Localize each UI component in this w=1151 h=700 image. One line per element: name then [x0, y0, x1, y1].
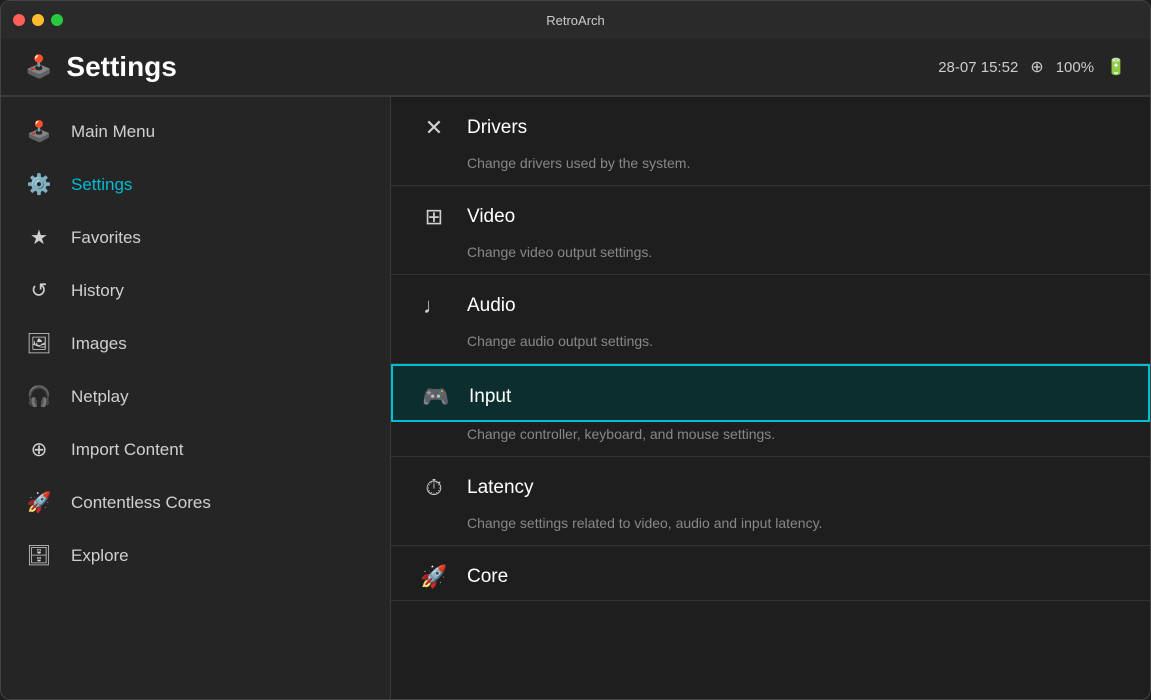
- titlebar: RetroArch: [1, 1, 1150, 39]
- sidebar-item-contentless-cores[interactable]: 🚀 Contentless Cores: [1, 476, 390, 529]
- video-settings-icon: ⊞: [419, 204, 449, 230]
- settings-desc-audio: Change audio output settings.: [391, 329, 1150, 363]
- sidebar-item-explore[interactable]: 🗄 Explore: [1, 529, 390, 582]
- audio-settings-icon: ♩: [419, 293, 449, 319]
- settings-item-drivers[interactable]: ✕ Drivers Change drivers used by the syste…: [391, 97, 1150, 186]
- sidebar-label-favorites: Favorites: [71, 228, 141, 248]
- traffic-lights: [13, 14, 63, 26]
- settings-header-drivers[interactable]: ✕ Drivers: [391, 97, 1150, 151]
- import-content-icon: ⊕: [25, 437, 53, 462]
- right-panel: ✕ Drivers Change drivers used by the syste…: [391, 97, 1150, 700]
- settings-icon: ⚙️: [25, 172, 53, 197]
- sidebar-label-contentless-cores: Contentless Cores: [71, 493, 211, 513]
- sidebar-item-netplay[interactable]: 🎧 Netplay: [1, 370, 390, 423]
- header-section: 🕹️ Settings 28-07 15:52 ⊕ 100% 🔋: [1, 39, 1150, 97]
- settings-item-video[interactable]: ⊞ Video Change video output settings.: [391, 186, 1150, 275]
- battery-icon: 🔋: [1106, 57, 1126, 77]
- clock-icon: ⊕: [1030, 57, 1043, 77]
- contentless-cores-icon: 🚀: [25, 490, 53, 515]
- header-bar: 🕹️ Settings 28-07 15:52 ⊕ 100% 🔋: [1, 39, 1150, 96]
- close-button[interactable]: [13, 14, 25, 26]
- page-title: Settings: [66, 51, 176, 83]
- settings-header-video[interactable]: ⊞ Video: [391, 186, 1150, 240]
- settings-label-audio: Audio: [467, 295, 516, 317]
- settings-label-video: Video: [467, 206, 515, 228]
- input-settings-icon: 🎮: [421, 384, 451, 410]
- sidebar-label-import-content: Import Content: [71, 440, 183, 460]
- sidebar-label-images: Images: [71, 334, 127, 354]
- settings-item-audio[interactable]: ♩ Audio Change audio output settings.: [391, 275, 1150, 364]
- sidebar-item-history[interactable]: ↺ History: [1, 264, 390, 317]
- images-icon: 🖼: [25, 331, 53, 356]
- settings-desc-latency: Change settings related to video, audio …: [391, 511, 1150, 545]
- core-settings-icon: 🚀: [419, 564, 449, 590]
- settings-item-input[interactable]: 🎮 Input Change controller, keyboard, and m…: [391, 364, 1150, 457]
- settings-label-input: Input: [469, 386, 511, 408]
- settings-item-core[interactable]: 🚀 Core: [391, 546, 1150, 601]
- sidebar-label-explore: Explore: [71, 546, 129, 566]
- settings-header-latency[interactable]: ⏱ Latency: [391, 457, 1150, 511]
- retroarch-icon: 🕹️: [25, 54, 52, 80]
- header-right: 28-07 15:52 ⊕ 100% 🔋: [938, 57, 1126, 77]
- settings-label-drivers: Drivers: [467, 117, 527, 139]
- datetime-text: 28-07 15:52: [938, 59, 1018, 76]
- settings-item-latency[interactable]: ⏱ Latency Change settings related to video…: [391, 457, 1150, 546]
- sidebar-item-images[interactable]: 🖼 Images: [1, 317, 390, 370]
- sidebar-item-favorites[interactable]: ★ Favorites: [1, 211, 390, 264]
- titlebar-title: RetroArch: [546, 13, 605, 28]
- sidebar-label-history: History: [71, 281, 124, 301]
- latency-settings-icon: ⏱: [419, 475, 449, 501]
- settings-label-latency: Latency: [467, 477, 534, 499]
- settings-desc-drivers: Change drivers used by the system.: [391, 151, 1150, 185]
- favorites-icon: ★: [25, 225, 53, 250]
- main-content: 🕹️ Main Menu ⚙️ Settings ★ Favorites ↺ History 🖼…: [1, 97, 1150, 700]
- sidebar-label-settings: Settings: [71, 175, 132, 195]
- history-icon: ↺: [25, 278, 53, 303]
- sidebar-item-main-menu[interactable]: 🕹️ Main Menu: [1, 105, 390, 158]
- sidebar-item-settings[interactable]: ⚙️ Settings: [1, 158, 390, 211]
- main-menu-icon: 🕹️: [25, 119, 53, 144]
- drivers-settings-icon: ✕: [419, 115, 449, 141]
- sidebar-label-main-menu: Main Menu: [71, 122, 155, 142]
- sidebar: 🕹️ Main Menu ⚙️ Settings ★ Favorites ↺ History 🖼…: [1, 97, 391, 700]
- settings-header-input[interactable]: 🎮 Input: [391, 364, 1150, 422]
- settings-desc-input: Change controller, keyboard, and mouse s…: [391, 422, 1150, 456]
- settings-desc-video: Change video output settings.: [391, 240, 1150, 274]
- header-left: 🕹️ Settings: [25, 51, 177, 83]
- netplay-icon: 🎧: [25, 384, 53, 409]
- explore-icon: 🗄: [25, 543, 53, 568]
- settings-label-core: Core: [467, 566, 508, 588]
- sidebar-label-netplay: Netplay: [71, 387, 129, 407]
- maximize-button[interactable]: [51, 14, 63, 26]
- app-wrapper: RetroArch 🕹️ Settings 28-07 15:52 ⊕ 100%…: [0, 0, 1151, 700]
- minimize-button[interactable]: [32, 14, 44, 26]
- sidebar-item-import-content[interactable]: ⊕ Import Content: [1, 423, 390, 476]
- settings-header-core[interactable]: 🚀 Core: [391, 546, 1150, 600]
- settings-header-audio[interactable]: ♩ Audio: [391, 275, 1150, 329]
- battery-text: 100%: [1056, 59, 1094, 76]
